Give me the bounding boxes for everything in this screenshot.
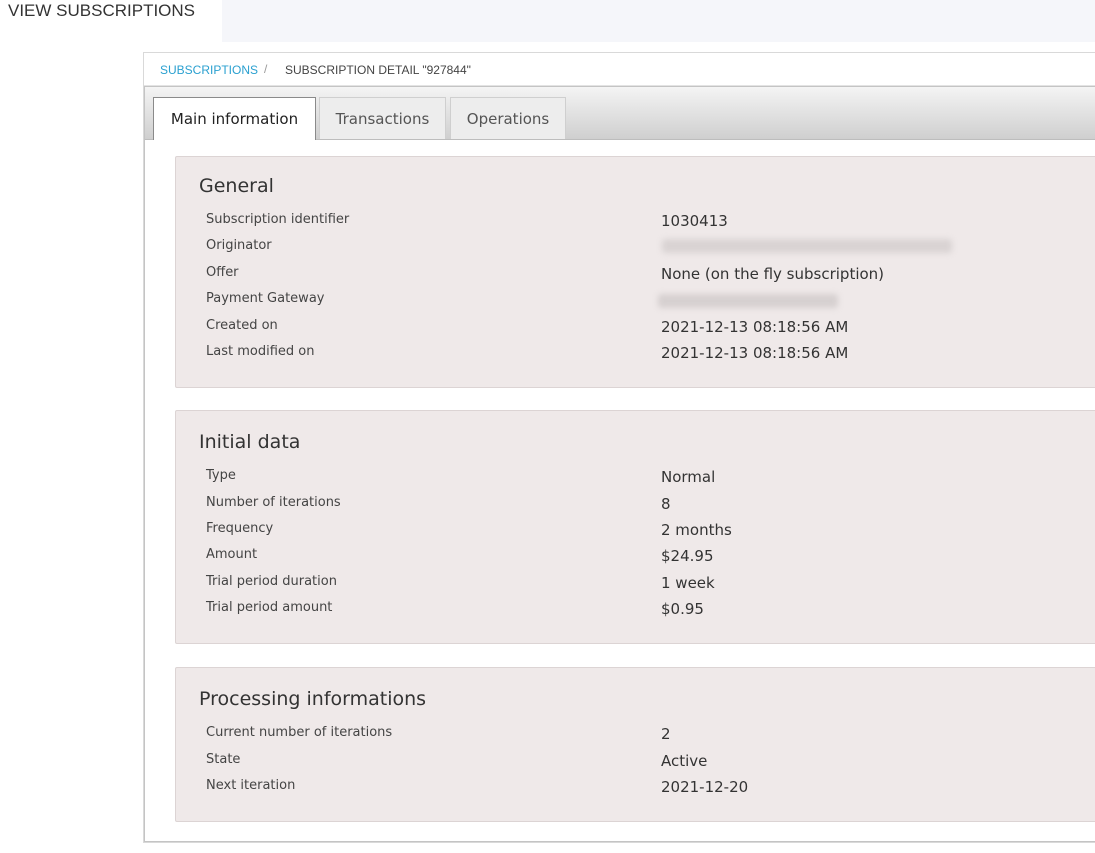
type-value: Normal	[661, 468, 716, 486]
frequency-value: 2 months	[661, 521, 732, 539]
tab-main-information[interactable]: Main information	[153, 97, 316, 140]
originator-redacted	[662, 239, 952, 253]
amount-label: Amount	[206, 547, 258, 562]
trial-period-duration-label: Trial period duration	[206, 574, 337, 589]
state-label: State	[206, 752, 241, 767]
processing-section: Processing informations Current number o…	[175, 667, 1095, 822]
trial-period-amount-label: Trial period amount	[206, 600, 333, 615]
general-section-title: General	[199, 175, 274, 197]
created-on-value: 2021-12-13 08:18:56 AM	[661, 318, 849, 336]
trial-period-amount-value: $0.95	[661, 600, 704, 618]
breadcrumb: SUBSCRIPTIONS / SUBSCRIPTION DETAIL "927…	[144, 53, 1095, 86]
offer-value: None (on the fly subscription)	[661, 265, 885, 283]
page-title: VIEW SUBSCRIPTIONS	[8, 1, 196, 20]
number-of-iterations-value: 8	[661, 495, 671, 513]
breadcrumb-subscriptions-link[interactable]: SUBSCRIPTIONS	[160, 63, 258, 77]
subscription-identifier-value: 1030413	[661, 212, 728, 230]
offer-label: Offer	[206, 265, 239, 280]
top-band	[222, 0, 1095, 42]
originator-label: Originator	[206, 238, 272, 253]
state-value: Active	[661, 752, 708, 770]
current-number-of-iterations-value: 2	[661, 725, 671, 743]
next-iteration-value: 2021-12-20	[661, 778, 749, 796]
amount-value: $24.95	[661, 547, 714, 565]
payment-gateway-redacted	[658, 294, 838, 308]
last-modified-value: 2021-12-13 08:18:56 AM	[661, 344, 849, 362]
current-number-of-iterations-label: Current number of iterations	[206, 725, 393, 740]
general-section: General Subscription identifier 1030413 …	[175, 156, 1095, 388]
payment-gateway-label: Payment Gateway	[206, 291, 325, 306]
initial-data-section-title: Initial data	[199, 431, 301, 453]
subscription-identifier-label: Subscription identifier	[206, 212, 350, 227]
subscription-detail-container: SUBSCRIPTIONS / SUBSCRIPTION DETAIL "927…	[143, 52, 1095, 843]
next-iteration-label: Next iteration	[206, 778, 296, 793]
processing-section-title: Processing informations	[199, 688, 427, 710]
tabs-bar: Main information Transactions Operations	[145, 87, 1095, 140]
tabs-panel: Main information Transactions Operations…	[144, 86, 1095, 842]
trial-period-duration-value: 1 week	[661, 574, 715, 592]
initial-data-section: Initial data Type Normal Number of itera…	[175, 410, 1095, 644]
frequency-label: Frequency	[206, 521, 274, 536]
type-label: Type	[206, 468, 236, 483]
tab-operations[interactable]: Operations	[450, 97, 566, 139]
breadcrumb-current: SUBSCRIPTION DETAIL "927844"	[285, 63, 471, 77]
created-on-label: Created on	[206, 318, 278, 333]
number-of-iterations-label: Number of iterations	[206, 495, 341, 510]
breadcrumb-separator: /	[264, 62, 268, 76]
tab-transactions[interactable]: Transactions	[319, 97, 446, 139]
last-modified-label: Last modified on	[206, 344, 315, 359]
